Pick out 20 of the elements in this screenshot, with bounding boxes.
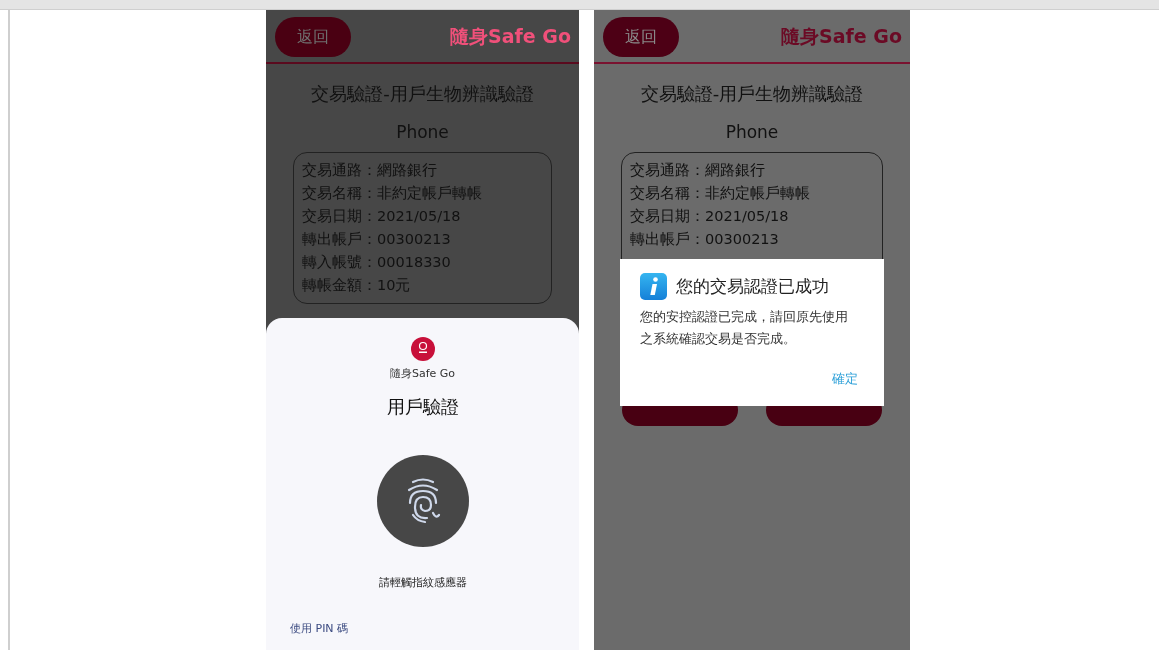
info-icon	[640, 273, 667, 300]
detail-row-text: 交易通路：網路銀行	[630, 161, 766, 180]
app-logo-icon	[410, 337, 435, 361]
app-brand-title: 隨身Safe Go	[781, 24, 902, 49]
sheet-title: 用戶驗證	[386, 395, 459, 419]
device-label: Phone	[724, 122, 780, 142]
use-pin-link[interactable]: 使用 PIN 碼	[290, 621, 349, 636]
sensor-hint: 請輕觸指紋感應器	[378, 575, 467, 590]
detail-row-text: 交易日期：2021/05/18	[630, 207, 790, 226]
fingerprint-icon[interactable]	[376, 455, 469, 547]
back-button[interactable]: 返回	[603, 17, 679, 57]
detail-row-text: 轉出帳戶：00300213	[630, 230, 780, 249]
confirm-button[interactable]: 確定	[832, 371, 858, 388]
app-name: 隨身Safe Go	[389, 366, 456, 381]
dialog-message: 您的安控認證已完成，請回原先使用之系統確認交易是否完成。	[640, 308, 849, 348]
app-brand-title: 隨身Safe Go	[450, 24, 571, 49]
page-title: 交易驗證-用戶生物辨識驗證	[639, 82, 865, 106]
dialog-title: 您的交易認證已成功	[676, 275, 829, 298]
back-button[interactable]: 返回	[275, 17, 351, 57]
detail-row-text: 交易名稱：非約定帳戶轉帳	[630, 184, 811, 203]
